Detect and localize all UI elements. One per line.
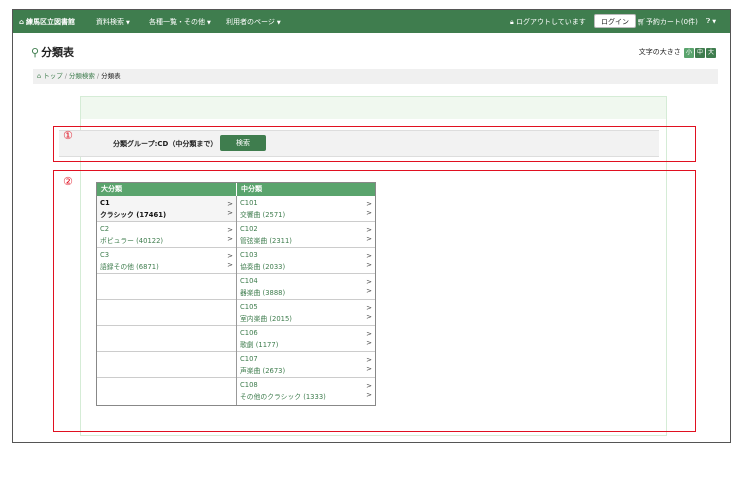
login-button[interactable]: ログイン (594, 14, 636, 28)
home-icon: ⌂ (19, 18, 25, 26)
panel-header-band (81, 97, 666, 119)
breadcrumb-category-search[interactable]: 分類検索 (69, 72, 95, 80)
cart-link[interactable]: 🛒︎予約カート(0件) (637, 17, 698, 27)
annotation-number-2: ② (63, 175, 73, 188)
breadcrumb-separator: / (64, 72, 67, 80)
breadcrumb-home-icon: ⌂ (37, 72, 42, 80)
font-size-small-button[interactable]: 小 (684, 48, 694, 58)
search-icon: ⚲ (31, 46, 40, 59)
font-size-medium-button[interactable]: 中 (695, 48, 705, 58)
caret-down-icon: ▼ (207, 20, 211, 26)
browser-frame: ⌂ 練馬区立図書館 資料検索 ▼ 各種一覧・その他 ▼ 利用者のページ ▼ 🔒︎ ログア… (12, 9, 731, 443)
annotation-box-2 (53, 170, 696, 432)
logout-status: 🔒︎ ログアウトしています (510, 17, 586, 27)
breadcrumb: ⌂ トップ / 分類検索 / 分類表 (33, 69, 718, 84)
font-size-label: 文字の大きさ (638, 48, 681, 56)
caret-down-icon: ▼ (712, 19, 717, 25)
home-label: 練馬区立図書館 (26, 18, 76, 26)
menu-user-page-label: 利用者のページ (226, 18, 275, 26)
help-menu[interactable]: ❓︎ ▼ (706, 17, 716, 26)
page-title-text: 分類表 (41, 46, 75, 59)
breadcrumb-current: 分類表 (101, 72, 121, 80)
cart-label: 予約カート(0件) (645, 18, 698, 26)
annotation-box-1 (53, 126, 696, 162)
breadcrumb-top[interactable]: トップ (43, 72, 63, 80)
font-size-switcher: 文字の大きさ 小中大 (639, 47, 716, 58)
menu-lists-label: 各種一覧・その他 (149, 18, 205, 26)
font-size-large-button[interactable]: 大 (706, 48, 716, 58)
menu-lists[interactable]: 各種一覧・その他 ▼ (149, 17, 211, 27)
caret-down-icon: ▼ (276, 20, 281, 26)
menu-search[interactable]: 資料検索 ▼ (96, 17, 130, 27)
annotation-number-1: ① (63, 129, 73, 142)
page-title: ⚲ 分類表 (31, 44, 74, 60)
top-nav: ⌂ 練馬区立図書館 資料検索 ▼ 各種一覧・その他 ▼ 利用者のページ ▼ 🔒︎ ログア… (13, 10, 730, 33)
menu-user-page[interactable]: 利用者のページ ▼ (226, 17, 281, 27)
caret-down-icon: ▼ (126, 20, 130, 26)
logout-status-label: ログアウトしています (515, 18, 586, 26)
help-icon: ❓︎ (706, 17, 711, 25)
menu-search-label: 資料検索 (96, 18, 124, 26)
breadcrumb-separator: / (96, 72, 100, 80)
cart-icon: 🛒︎ (637, 18, 646, 26)
home-link[interactable]: ⌂ 練馬区立図書館 (19, 17, 75, 27)
